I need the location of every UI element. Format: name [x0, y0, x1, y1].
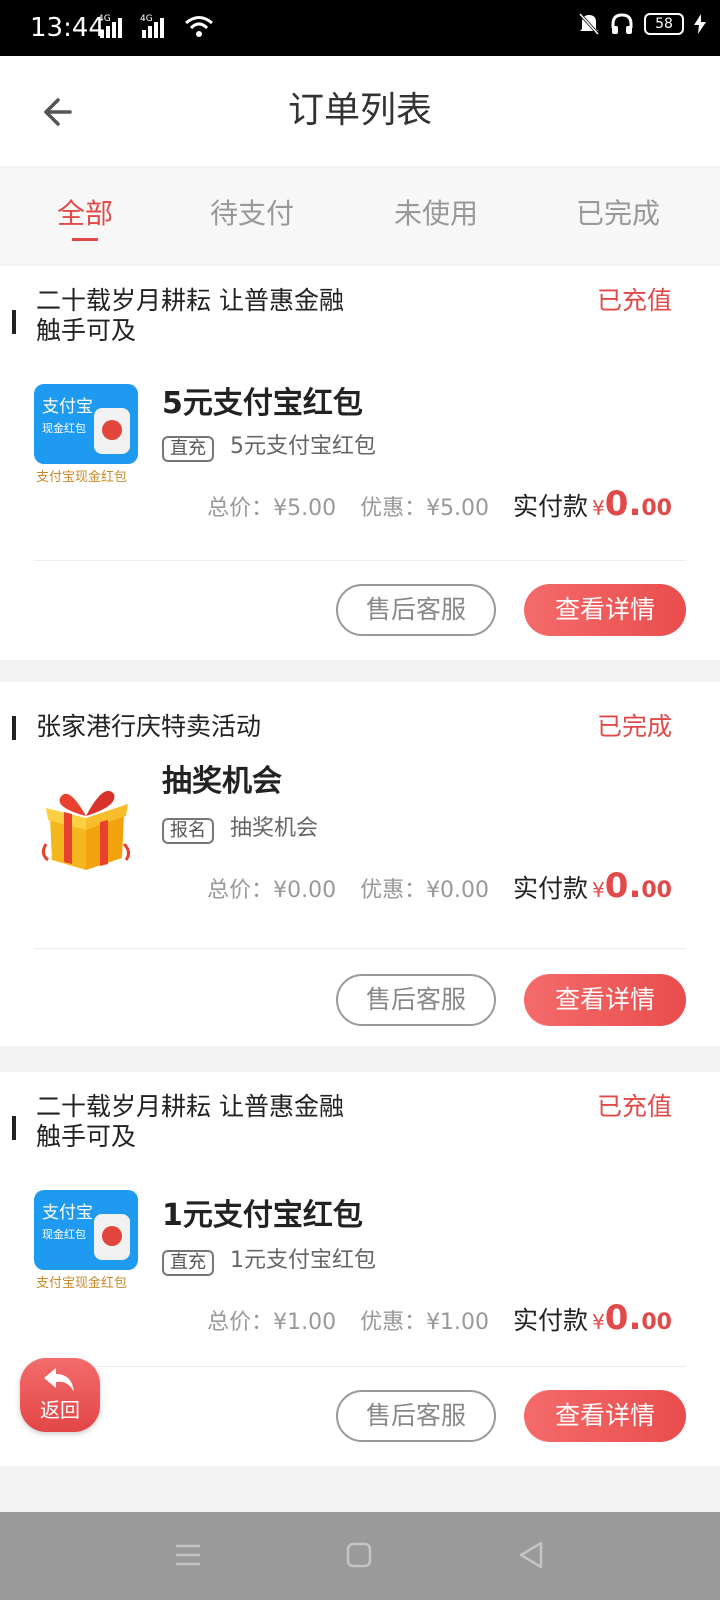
after-sales-button[interactable]: 售后客服 — [336, 974, 496, 1026]
header: 订单列表 — [0, 56, 720, 166]
order-status: 已完成 — [596, 712, 672, 741]
charging-bolt-icon — [694, 14, 706, 34]
currency-symbol: ¥ — [592, 496, 605, 520]
status-right: 58 — [578, 12, 706, 36]
tab-pending-payment[interactable]: 待支付 — [192, 194, 312, 234]
discount: 优惠：¥0.00 — [360, 878, 490, 903]
thumb-sub-text: 现金红包 — [42, 1227, 86, 1241]
card-accent-bar — [12, 310, 16, 334]
card-accent-bar — [12, 1116, 16, 1140]
product-subtitle: 5元支付宝红包 — [230, 434, 376, 459]
tab-all[interactable]: 全部 — [25, 194, 145, 234]
paid-group: 实付款 ¥0.00 — [513, 1298, 672, 1338]
product-name: 抽奖机会 — [162, 764, 282, 799]
tab-active-indicator — [72, 238, 98, 241]
paid-amount: ¥0.00 — [592, 1298, 672, 1338]
product-tag: 直充 — [162, 1250, 214, 1276]
thumb-top-text: 支付宝 — [42, 397, 93, 417]
system-nav-bar — [0, 1512, 720, 1600]
wifi-icon — [185, 16, 213, 37]
total-price: 总价：¥1.00 — [207, 1310, 337, 1335]
currency-symbol: ¥ — [592, 1310, 605, 1334]
back-triangle-icon[interactable] — [518, 1541, 544, 1569]
thumb-top-text: 支付宝 — [42, 1203, 93, 1223]
signal-icon: 4G — [98, 14, 122, 38]
floating-back-button[interactable]: 返回 — [20, 1358, 100, 1432]
shop-name: 张家港行庆特卖活动 — [36, 712, 262, 741]
product-name: 1元支付宝红包 — [162, 1198, 363, 1233]
product-tag: 报名 — [162, 818, 214, 844]
price-row: 总价：¥1.00 优惠：¥1.00 实付款 ¥0.00 — [207, 1298, 672, 1338]
signal-label: 4G — [140, 14, 153, 24]
paid-amount: ¥0.00 — [592, 484, 672, 524]
order-card: 二十载岁月耕耘 让普惠金融触手可及 已充值 支付宝 现金红包 支付宝现金红包 1… — [0, 1072, 720, 1466]
alipay-red-packet-icon: 支付宝 现金红包 支付宝现金红包 — [34, 384, 138, 485]
price-row: 总价：¥5.00 优惠：¥5.00 实付款 ¥0.00 — [207, 484, 672, 524]
status-bar: 13:44 4G 4G 58 — [0, 0, 720, 56]
paid-decimal: 00 — [641, 1310, 672, 1335]
view-details-button[interactable]: 查看详情 — [524, 974, 686, 1026]
paid-integer: 0. — [604, 484, 642, 524]
headphones-icon — [611, 13, 633, 34]
tab-bar: 全部 待支付 未使用 已完成 — [0, 168, 720, 264]
tab-completed[interactable]: 已完成 — [558, 194, 678, 234]
total-price: 总价：¥0.00 — [207, 878, 337, 903]
view-details-button[interactable]: 查看详情 — [524, 1390, 686, 1442]
currency-symbol: ¥ — [592, 878, 605, 902]
shop-name: 二十载岁月耕耘 让普惠金融触手可及 — [36, 286, 344, 345]
tab-unused[interactable]: 未使用 — [376, 194, 496, 234]
discount: 优惠：¥5.00 — [360, 496, 490, 521]
paid-group: 实付款 ¥0.00 — [513, 866, 672, 906]
paid-integer: 0. — [604, 1298, 642, 1338]
home-square-icon[interactable] — [346, 1542, 372, 1568]
thumb-caption: 支付宝现金红包 — [36, 1275, 127, 1291]
price-row: 总价：¥0.00 优惠：¥0.00 实付款 ¥0.00 — [207, 866, 672, 906]
paid-label: 实付款 — [513, 874, 589, 903]
divider — [34, 948, 686, 949]
status-time: 13:44 — [30, 13, 105, 43]
divider — [34, 560, 686, 561]
gift-box-icon — [41, 790, 131, 870]
bell-muted-icon — [578, 12, 600, 36]
thumb-sub-text: 现金红包 — [42, 421, 86, 435]
signal-label: 4G — [98, 14, 111, 24]
paid-label: 实付款 — [513, 1306, 589, 1335]
shop-name: 二十载岁月耕耘 让普惠金融触手可及 — [36, 1092, 344, 1151]
return-arrow-icon — [44, 1368, 74, 1392]
discount: 优惠：¥1.00 — [360, 1310, 490, 1335]
divider — [34, 1366, 686, 1367]
product-name: 5元支付宝红包 — [162, 386, 363, 421]
thumb-caption: 支付宝现金红包 — [36, 469, 127, 485]
page-title: 订单列表 — [287, 90, 432, 131]
floating-back-label: 返回 — [40, 1398, 80, 1422]
paid-label: 实付款 — [513, 492, 589, 521]
product-subtitle: 1元支付宝红包 — [230, 1248, 376, 1273]
paid-amount: ¥0.00 — [592, 866, 672, 906]
paid-group: 实付款 ¥0.00 — [513, 484, 672, 524]
order-status: 已充值 — [596, 1092, 672, 1121]
after-sales-button[interactable]: 售后客服 — [336, 1390, 496, 1442]
total-price: 总价：¥5.00 — [207, 496, 337, 521]
paid-integer: 0. — [604, 866, 642, 906]
order-card: 二十载岁月耕耘 让普惠金融触手可及 已充值 支付宝 现金红包 支付宝现金红包 5… — [0, 266, 720, 660]
order-card: 张家港行庆特卖活动 已完成 抽奖机会 报名 抽奖机会 总价：¥0.00 优惠：¥… — [0, 682, 720, 1046]
paid-decimal: 00 — [641, 496, 672, 521]
product-subtitle: 抽奖机会 — [230, 816, 319, 841]
battery-icon: 58 — [644, 13, 684, 35]
alipay-red-packet-icon: 支付宝 现金红包 支付宝现金红包 — [34, 1190, 138, 1291]
order-status: 已充值 — [596, 286, 672, 315]
signal-icon: 4G — [140, 14, 164, 38]
product-tag: 直充 — [162, 436, 214, 462]
menu-icon[interactable] — [174, 1542, 202, 1568]
signal-group: 4G 4G — [98, 14, 214, 38]
after-sales-button[interactable]: 售后客服 — [336, 584, 496, 636]
paid-decimal: 00 — [641, 878, 672, 903]
card-accent-bar — [12, 716, 16, 740]
view-details-button[interactable]: 查看详情 — [524, 584, 686, 636]
